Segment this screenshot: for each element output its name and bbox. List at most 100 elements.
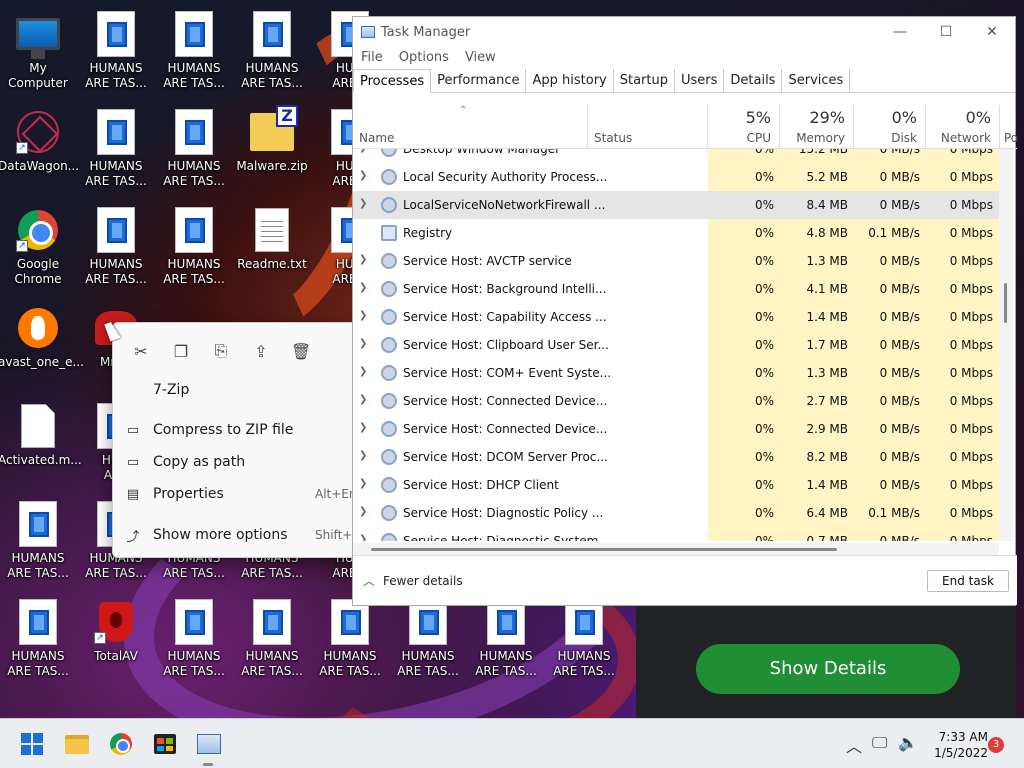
share-icon[interactable]: ⇪	[245, 335, 277, 367]
menu-item-7zip[interactable]: 7-Zip	[113, 375, 353, 405]
desktop-icon[interactable]: HUMANS ARE TAS...	[0, 496, 76, 588]
column-power[interactable]: Po	[1000, 105, 1018, 149]
chevron-right-icon[interactable]: ❯	[359, 506, 367, 517]
task-manager-icon[interactable]	[194, 729, 224, 759]
table-row[interactable]: ❯ Service Host: DHCP Client 0% 1.4 MB 0 MB/s…	[353, 471, 999, 499]
chevron-right-icon[interactable]: ❯	[359, 366, 367, 377]
desktop-icon[interactable]: Z Malware.zip	[234, 104, 310, 196]
horizontal-scrollbar[interactable]	[353, 543, 999, 555]
chevron-right-icon[interactable]: ❯	[359, 282, 367, 293]
vertical-scrollbar[interactable]	[999, 149, 1013, 541]
table-row[interactable]: ❯ Service Host: Capability Access ... 0% 1.…	[353, 303, 999, 331]
delete-icon[interactable]: 🗑	[285, 335, 317, 367]
table-row[interactable]: ❯ Service Host: Connected Device... 0% 2.9 …	[353, 415, 999, 443]
desktop-icon[interactable]: HUMANS ARE TAS...	[312, 594, 388, 686]
column-memory[interactable]: 29% Memory	[780, 105, 854, 149]
desktop-icon[interactable]: ↗ Google Chrome	[0, 202, 76, 294]
desktop-icon[interactable]: HUMANS ARE TAS...	[0, 594, 76, 686]
desktop-icon[interactable]: ↗ TotalAV	[78, 594, 154, 686]
chevron-right-icon[interactable]: ❯	[359, 338, 367, 349]
scroll-thumb[interactable]	[1004, 283, 1007, 323]
desktop-icon[interactable]: ↗ DataWagon...	[0, 104, 79, 196]
chevron-right-icon[interactable]: ❯	[359, 534, 367, 541]
chevron-right-icon[interactable]: ❯	[359, 394, 367, 405]
tab-startup[interactable]: Startup	[614, 69, 675, 93]
chevron-right-icon[interactable]: ❯	[359, 422, 367, 433]
scroll-thumb[interactable]	[371, 548, 837, 551]
end-task-button[interactable]: End task	[927, 570, 1009, 592]
table-row[interactable]: ❯ Service Host: Diagnostic System... 0% 0.7…	[353, 527, 999, 541]
desktop-icon[interactable]: HUMANS ARE TAS...	[390, 594, 466, 686]
start-icon[interactable]	[17, 729, 47, 759]
notification-badge[interactable]: 3	[988, 737, 1004, 753]
desktop-icon[interactable]: HUMANS ARE TAS...	[468, 594, 544, 686]
table-row[interactable]: ❯ Service Host: COM+ Event Syste... 0% 1.3 …	[353, 359, 999, 387]
table-row[interactable]: ❯ Service Host: Connected Device... 0% 2.7 …	[353, 387, 999, 415]
menu-file[interactable]: File	[361, 50, 383, 65]
tab-performance[interactable]: Performance	[431, 69, 527, 93]
clock[interactable]: 7:33 AM 1/5/2022	[922, 729, 988, 761]
store-icon[interactable]	[150, 729, 180, 759]
menu-item-compress-zip[interactable]: ▭ Compress to ZIP file	[113, 415, 353, 445]
desktop-icon[interactable]: HUMANS ARE TAS...	[156, 6, 232, 98]
cell-cpu: 0%	[708, 415, 780, 443]
desktop-icon[interactable]: HUMANS ARE TAS...	[78, 202, 154, 294]
close-button[interactable]: ✕	[969, 17, 1015, 47]
chevron-up-icon[interactable]: ︿	[846, 733, 862, 757]
menu-item-show-more[interactable]: ⤴ Show more options Shift+F	[113, 520, 359, 550]
chevron-right-icon[interactable]: ❯	[359, 310, 367, 321]
desktop-icon[interactable]: My Computer	[0, 6, 76, 98]
rename-icon[interactable]: ⎘	[205, 335, 237, 367]
table-row[interactable]: ❯ Service Host: DCOM Server Proc... 0% 8.2 …	[353, 443, 999, 471]
desktop-icon[interactable]: HUMANS ARE TAS...	[546, 594, 622, 686]
desktop-icon[interactable]: Readme.txt	[234, 202, 310, 294]
column-network[interactable]: 0% Network	[926, 105, 1000, 149]
tab-users[interactable]: Users	[675, 69, 725, 93]
fewer-details-button[interactable]: ︿ Fewer details	[363, 572, 463, 589]
network-icon[interactable]: 🖵	[872, 733, 887, 753]
copy-icon[interactable]: ❐	[165, 335, 197, 367]
chevron-right-icon[interactable]: ❯	[359, 450, 367, 461]
column-status[interactable]: Status	[588, 105, 708, 149]
table-row[interactable]: ❯ Desktop Window Manager 0%15.2 MB0 MB/s0 …	[353, 149, 999, 163]
desktop-icon[interactable]: HUMANS ARE TAS...	[78, 104, 154, 196]
menu-options[interactable]: Options	[399, 50, 449, 65]
table-row[interactable]: ❯ Service Host: Diagnostic Policy ... 0% 6.…	[353, 499, 999, 527]
show-details-button[interactable]: Show Details	[696, 644, 960, 694]
column-name[interactable]: ⌃ Name	[353, 105, 588, 149]
chevron-right-icon[interactable]: ❯	[359, 170, 367, 181]
maximize-button[interactable]: ☐	[923, 17, 969, 47]
table-row[interactable]: ❯ Local Security Authority Process... 0% 5.…	[353, 163, 999, 191]
desktop-icon[interactable]: HUMANS ARE TAS...	[156, 104, 232, 196]
desktop-icon[interactable]: avast_one_e...	[0, 300, 84, 392]
tab-app-history[interactable]: App history	[526, 69, 614, 93]
desktop-icon[interactable]: HUMANS ARE TAS...	[156, 202, 232, 294]
desktop-icon[interactable]: Activated.m...	[0, 398, 82, 490]
table-row[interactable]: ❯ LocalServiceNoNetworkFirewall ... 0% 8.4 …	[353, 191, 999, 219]
chevron-right-icon[interactable]: ❯	[359, 254, 367, 265]
menu-item-copy-path[interactable]: ▭ Copy as path	[113, 447, 353, 477]
chevron-right-icon[interactable]: ❯	[359, 198, 367, 209]
cut-icon[interactable]: ✂	[125, 335, 157, 367]
table-row[interactable]: Registry 0% 4.8 MB 0.1 MB/s 0 Mbps	[353, 219, 999, 247]
table-row[interactable]: ❯ Service Host: Background Intelli... 0% 4.…	[353, 275, 999, 303]
desktop-icon[interactable]: HUMANS ARE TAS...	[234, 6, 310, 98]
tab-details[interactable]: Details	[724, 69, 783, 93]
table-row[interactable]: ❯ Service Host: Clipboard User Ser... 0% 1.…	[353, 331, 999, 359]
menu-item-properties[interactable]: ▤ Properties Alt+Ent	[113, 479, 361, 509]
menu-view[interactable]: View	[465, 50, 496, 65]
file-explorer-icon[interactable]	[62, 729, 92, 759]
tab-services[interactable]: Services	[782, 69, 851, 93]
desktop-icon[interactable]: HUMANS ARE TAS...	[78, 6, 154, 98]
desktop-icon[interactable]: HUMANS ARE TAS...	[156, 594, 232, 686]
table-row[interactable]: ❯ Service Host: AVCTP service 0% 1.3 MB 0 MB…	[353, 247, 999, 275]
chrome-icon[interactable]	[106, 729, 136, 759]
chevron-right-icon[interactable]: ❯	[359, 478, 367, 489]
desktop-icon[interactable]: HUMANS ARE TAS...	[234, 594, 310, 686]
volume-icon[interactable]: 🔈	[898, 733, 918, 752]
column-cpu[interactable]: 5% CPU	[708, 105, 780, 149]
minimize-button[interactable]: —	[877, 17, 923, 47]
tab-processes[interactable]: Processes	[353, 69, 432, 93]
chevron-right-icon[interactable]: ❯	[359, 149, 367, 153]
column-disk[interactable]: 0% Disk	[854, 105, 926, 149]
